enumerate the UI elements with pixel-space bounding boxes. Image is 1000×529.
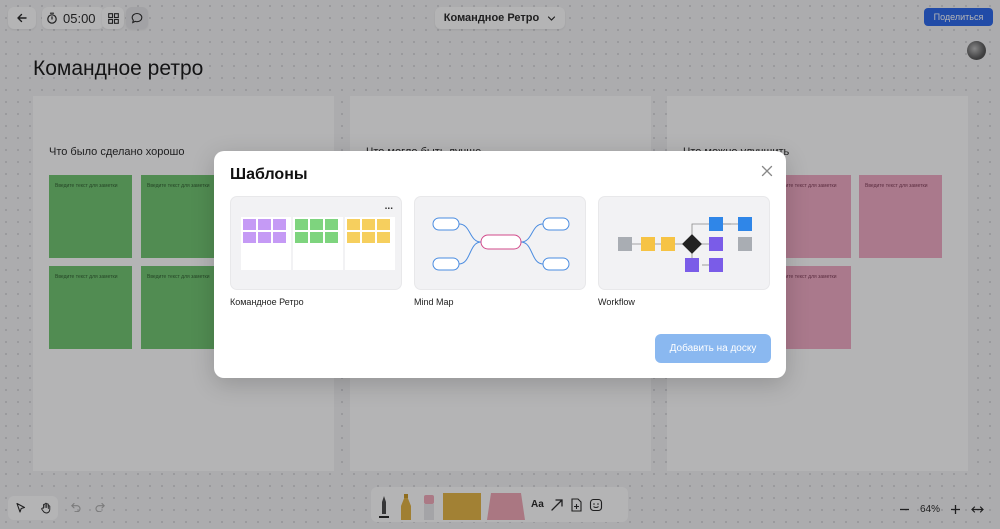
- add-to-board-button[interactable]: Добавить на доску: [655, 334, 771, 363]
- template-label: Mind Map: [414, 297, 454, 307]
- close-icon[interactable]: [759, 163, 775, 179]
- template-card-mind-map[interactable]: [414, 196, 586, 290]
- modal-title: Шаблоны: [230, 166, 308, 183]
- template-card-workflow[interactable]: [598, 196, 770, 290]
- templates-modal: Шаблоны ... Командное Ретро Mind Map Wor…: [214, 151, 786, 378]
- template-label: Workflow: [598, 297, 635, 307]
- template-label: Командное Ретро: [230, 297, 304, 307]
- retro-preview: [241, 217, 395, 270]
- mind-map-preview: [432, 217, 570, 271]
- template-card-team-retro[interactable]: ...: [230, 196, 402, 290]
- workflow-preview: [618, 217, 752, 272]
